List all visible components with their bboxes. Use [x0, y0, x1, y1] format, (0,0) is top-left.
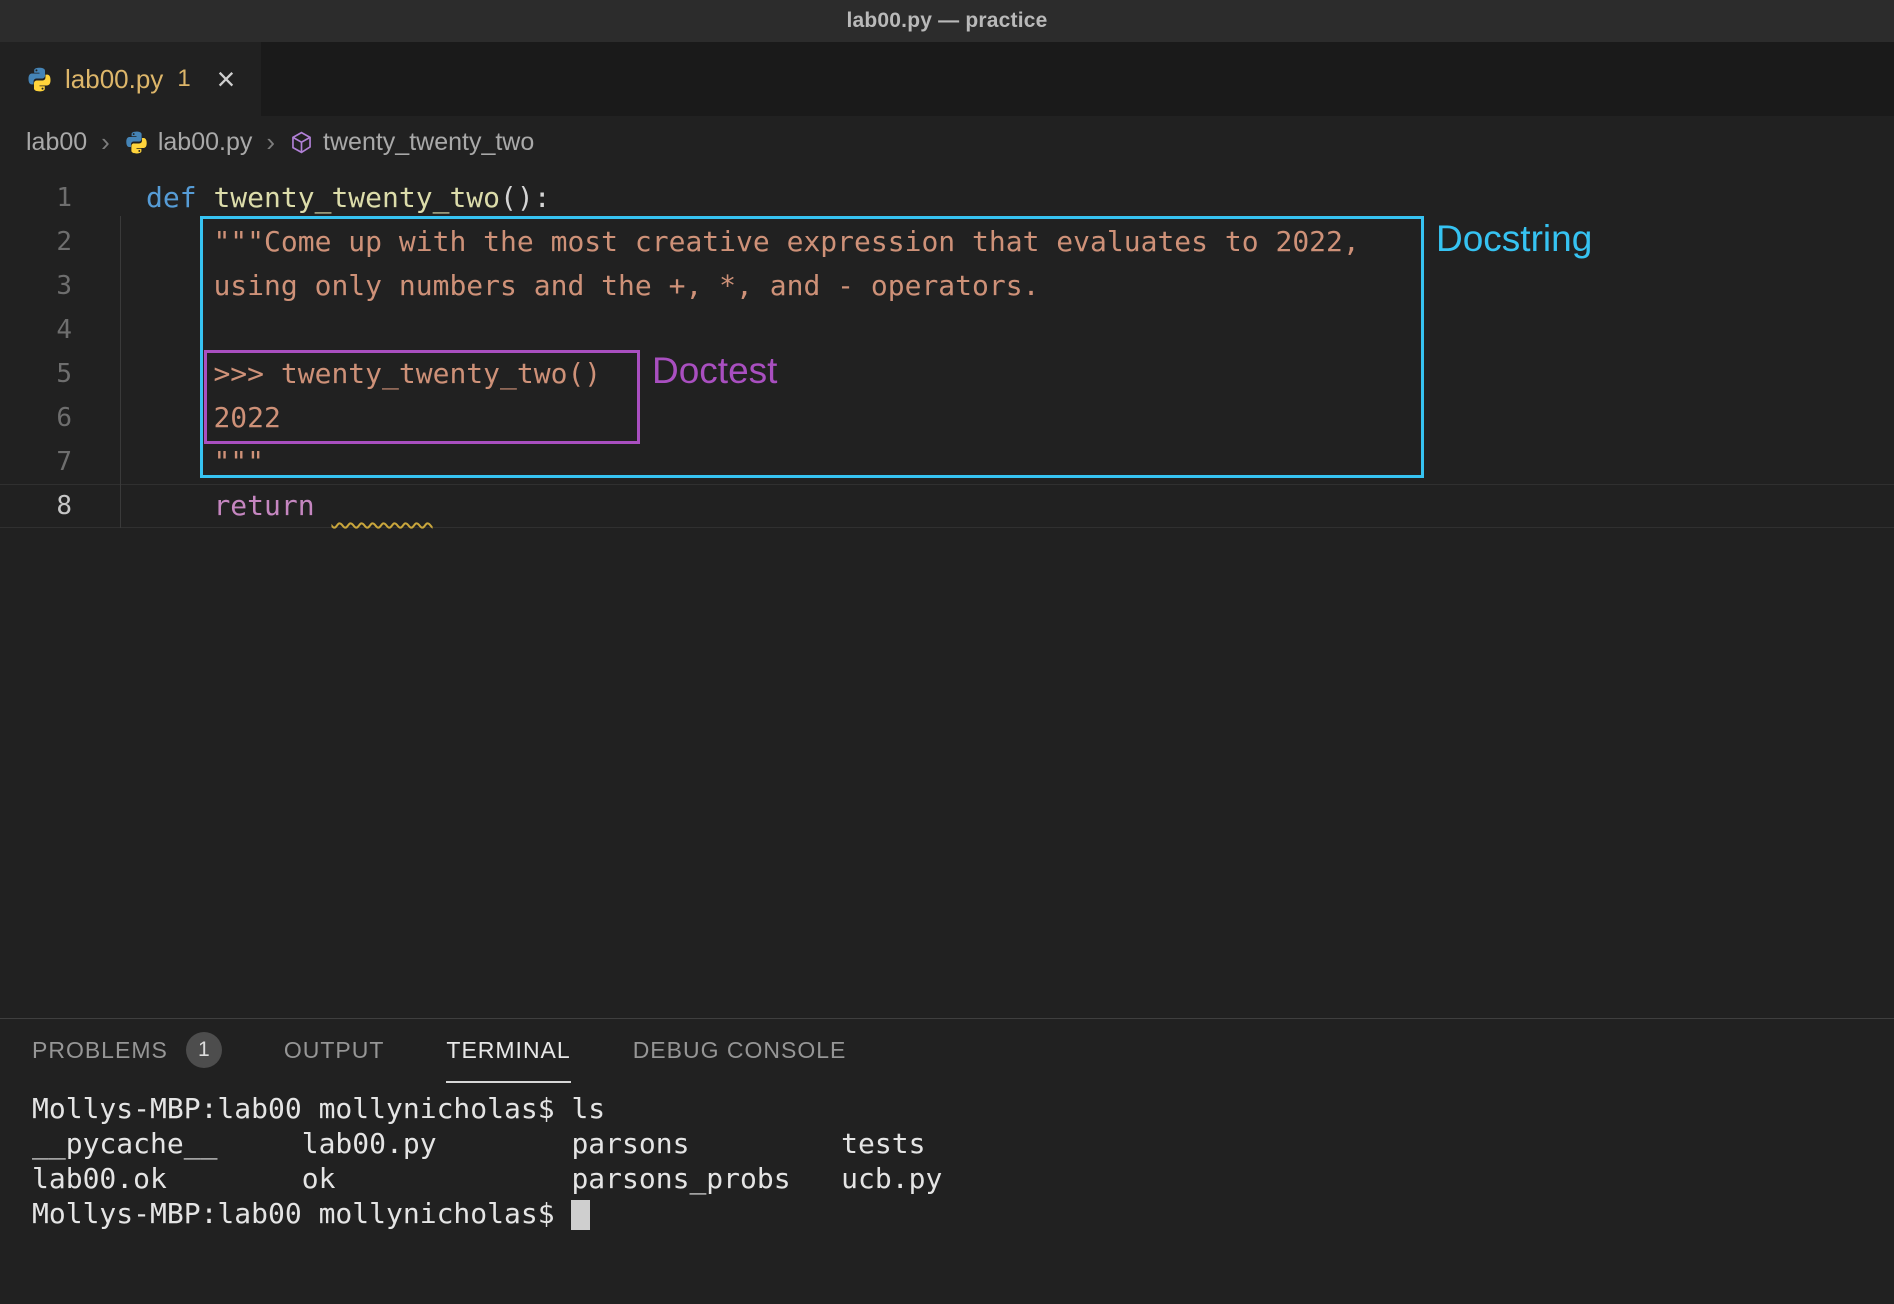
terminal-content[interactable]: Mollys-MBP:lab00 mollynicholas$ ls__pyca… — [0, 1083, 1894, 1231]
panel-tab-problems[interactable]: PROBLEMS 1 — [32, 1019, 222, 1083]
code-text: """Come up with the most creative expres… — [72, 220, 1360, 264]
code-line[interactable]: 5 >>> twenty_twenty_two() — [0, 352, 1894, 396]
code-line[interactable]: 4 — [0, 308, 1894, 352]
indent-guide — [120, 216, 121, 528]
breadcrumb-label: twenty_twenty_two — [323, 128, 534, 157]
line-number: 7 — [0, 440, 72, 484]
editor-lines: 1def twenty_twenty_two():2 """Come up wi… — [0, 176, 1894, 528]
code-line[interactable]: 2 """Come up with the most creative expr… — [0, 220, 1894, 264]
code-line[interactable]: 8 return — [0, 484, 1894, 528]
line-number: 6 — [0, 396, 72, 440]
python-icon — [26, 66, 53, 93]
panel-tab-label: DEBUG CONSOLE — [633, 1037, 847, 1064]
terminal-cursor — [571, 1200, 590, 1230]
panel-tabs: PROBLEMS 1 OUTPUT TERMINAL DEBUG CONSOLE — [0, 1019, 1894, 1083]
line-number: 5 — [0, 352, 72, 396]
line-number: 3 — [0, 264, 72, 308]
tab-label: lab00.py — [65, 64, 163, 95]
panel-tab-label: TERMINAL — [446, 1037, 570, 1064]
breadcrumb-item-lab00-py[interactable]: lab00.py — [124, 128, 253, 157]
tab-problem-count: 1 — [177, 65, 190, 93]
code-text — [72, 308, 146, 352]
breadcrumb-separator: › — [264, 127, 277, 158]
window-title: lab00.py — practice — [846, 9, 1047, 33]
breadcrumb-separator: › — [99, 127, 112, 158]
breadcrumb: lab00 › lab00.py › twenty_twenty_two — [0, 116, 1894, 168]
code-text: def twenty_twenty_two(): — [72, 176, 551, 220]
editor[interactable]: 1def twenty_twenty_two():2 """Come up wi… — [0, 168, 1894, 1018]
line-number: 1 — [0, 176, 72, 220]
terminal-line: lab00.ok ok parsons_probs ucb.py — [32, 1161, 1894, 1196]
panel-tab-label: OUTPUT — [284, 1037, 385, 1064]
code-text: return — [72, 484, 433, 528]
python-icon — [124, 130, 149, 155]
panel-tab-output[interactable]: OUTPUT — [284, 1019, 385, 1083]
problems-count-badge: 1 — [186, 1032, 222, 1068]
code-line[interactable]: 1def twenty_twenty_two(): — [0, 176, 1894, 220]
breadcrumb-item-twenty-twenty-two[interactable]: twenty_twenty_two — [289, 128, 534, 157]
terminal-line: __pycache__ lab00.py parsons tests — [32, 1126, 1894, 1161]
code-line[interactable]: 3 using only numbers and the +, *, and -… — [0, 264, 1894, 308]
panel-tab-terminal[interactable]: TERMINAL — [446, 1019, 570, 1083]
line-number: 4 — [0, 308, 72, 352]
bottom-panel: PROBLEMS 1 OUTPUT TERMINAL DEBUG CONSOLE Mol… — [0, 1018, 1894, 1304]
line-number: 8 — [0, 484, 72, 528]
tab-lab00-py[interactable]: lab00.py 1 × — [0, 42, 261, 116]
panel-tab-label: PROBLEMS — [32, 1037, 168, 1064]
breadcrumb-label: lab00.py — [158, 128, 253, 157]
breadcrumb-label: lab00 — [26, 128, 87, 157]
code-text: using only numbers and the +, *, and - o… — [72, 264, 1039, 308]
window-titlebar: lab00.py — practice — [0, 0, 1894, 42]
code-line[interactable]: 6 2022 — [0, 396, 1894, 440]
tab-bar: lab00.py 1 × — [0, 42, 1894, 116]
breadcrumb-item-lab00[interactable]: lab00 — [26, 128, 87, 157]
line-number: 2 — [0, 220, 72, 264]
code-text: 2022 — [72, 396, 281, 440]
terminal-line: Mollys-MBP:lab00 mollynicholas$ ls — [32, 1091, 1894, 1126]
terminal-line: Mollys-MBP:lab00 mollynicholas$ — [32, 1196, 1894, 1231]
symbol-method-icon — [289, 130, 314, 155]
close-icon[interactable]: × — [217, 63, 236, 95]
code-line[interactable]: 7 """ — [0, 440, 1894, 484]
panel-tab-debug-console[interactable]: DEBUG CONSOLE — [633, 1019, 847, 1083]
code-text: >>> twenty_twenty_two() — [72, 352, 601, 396]
code-text: """ — [72, 440, 264, 484]
